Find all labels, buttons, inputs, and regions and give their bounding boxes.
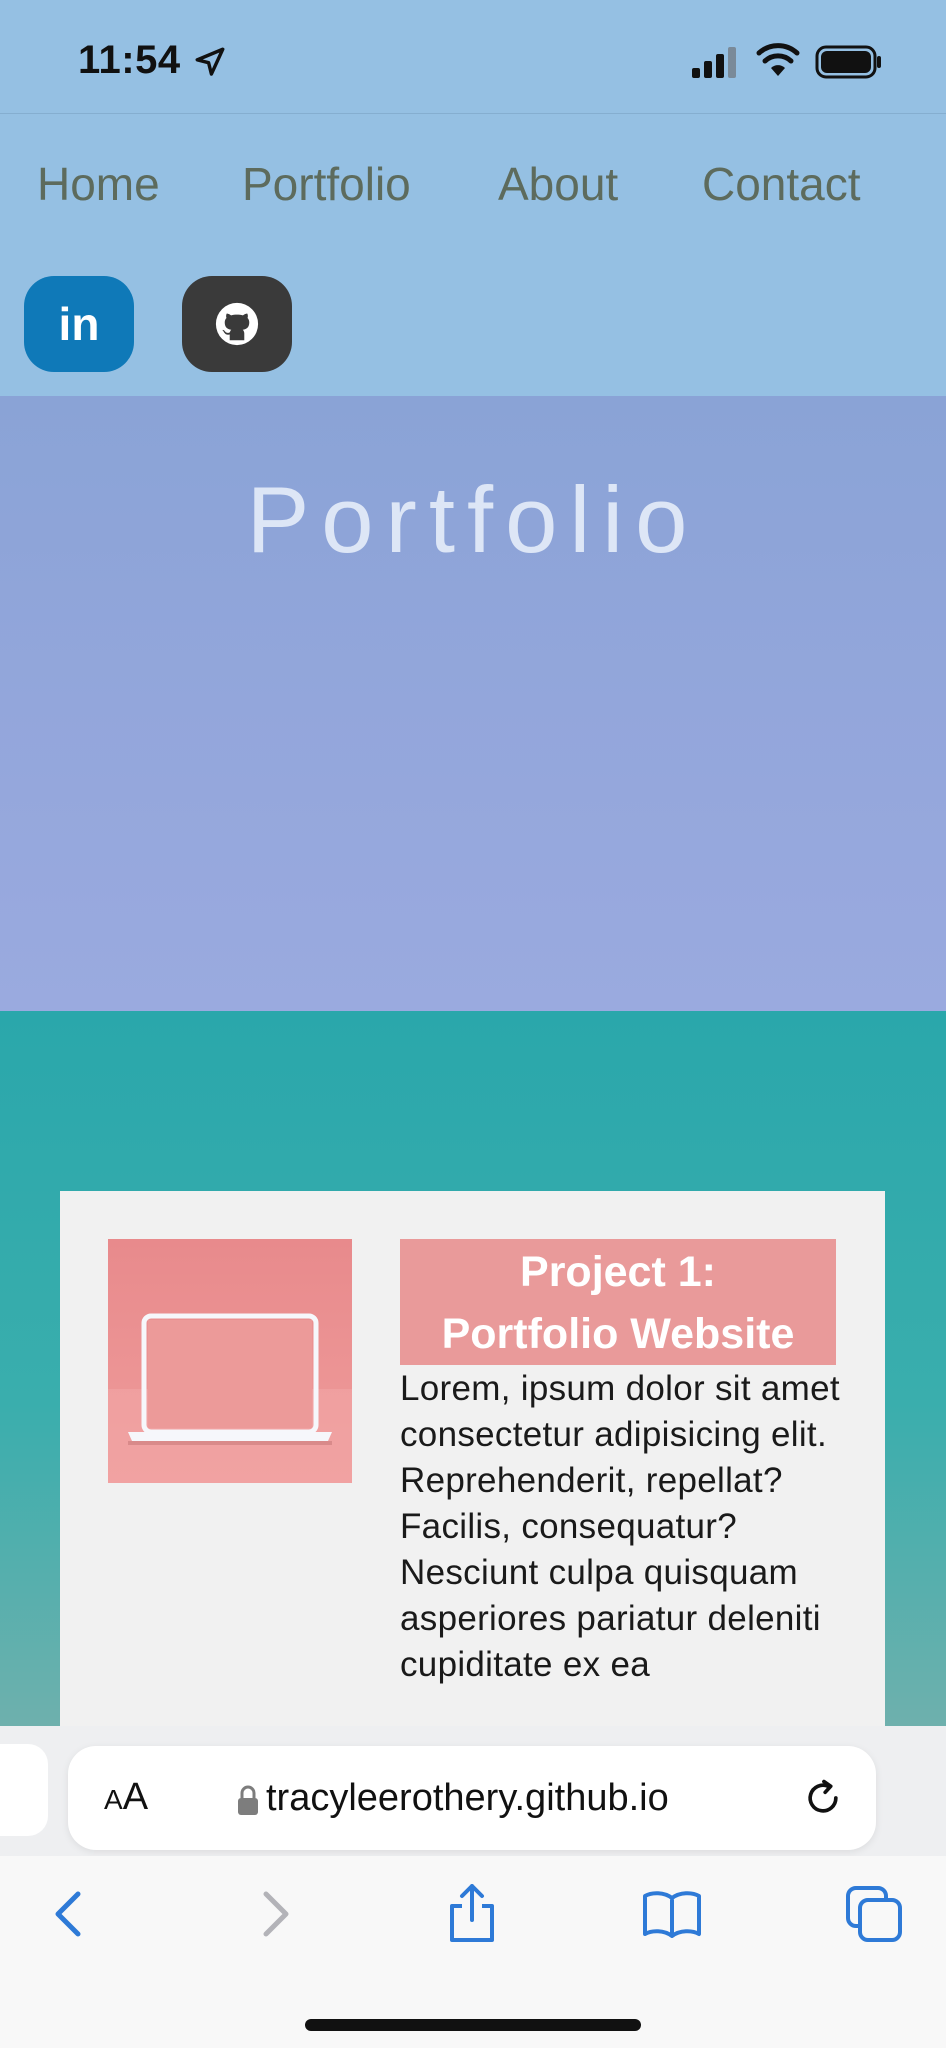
hero-banner: Portfolio <box>0 396 946 1011</box>
address-bar[interactable]: AA tracyleerothery.github.io <box>68 1746 876 1850</box>
status-bar: 11:54 <box>0 0 946 113</box>
status-time: 11:54 <box>78 38 181 82</box>
home-indicator <box>305 2019 641 2031</box>
forward-icon[interactable] <box>244 1884 304 1944</box>
cellular-signal-icon <box>692 47 736 78</box>
url-text: tracyleerothery.github.io <box>266 1777 669 1819</box>
lock-icon <box>238 1785 258 1815</box>
github-icon <box>215 302 259 346</box>
reload-icon[interactable] <box>801 1776 845 1820</box>
project-card: Project 1: Portfolio Website Lorem, ipsu… <box>60 1191 885 1726</box>
page-title: Portfolio <box>246 467 700 572</box>
project-title: Project 1: Portfolio Website <box>400 1239 836 1365</box>
nav-link-portfolio[interactable]: Portfolio <box>242 157 411 211</box>
site-nav: Home Portfolio About Contact in <box>0 113 946 397</box>
project-title-line-2: Portfolio Website <box>441 1310 795 1358</box>
tabs-icon[interactable] <box>844 1884 904 1944</box>
battery-icon <box>815 45 881 79</box>
browser-address-area: AA tracyleerothery.github.io <box>0 1726 946 1856</box>
github-button[interactable] <box>182 276 292 372</box>
project-title-line-1: Project 1: <box>520 1248 716 1296</box>
linkedin-button[interactable]: in <box>24 276 134 372</box>
bookmarks-icon[interactable] <box>642 1884 702 1944</box>
project-thumbnail <box>108 1239 352 1483</box>
laptop-icon <box>108 1313 352 1483</box>
browser-toolbar <box>0 1856 946 2048</box>
project-description: Lorem, ipsum dolor sit amet consectetur … <box>400 1369 840 1684</box>
location-arrow-icon <box>195 47 225 76</box>
text-size-button[interactable]: AA <box>104 1776 148 1819</box>
previous-tab-preview[interactable] <box>0 1744 48 1836</box>
wifi-icon <box>756 43 800 76</box>
back-icon[interactable] <box>40 1884 100 1944</box>
share-icon[interactable] <box>442 1884 502 1944</box>
linkedin-icon: in <box>58 298 100 350</box>
nav-link-about[interactable]: About <box>498 157 618 211</box>
nav-link-home[interactable]: Home <box>37 157 160 211</box>
nav-link-contact[interactable]: Contact <box>702 157 861 211</box>
